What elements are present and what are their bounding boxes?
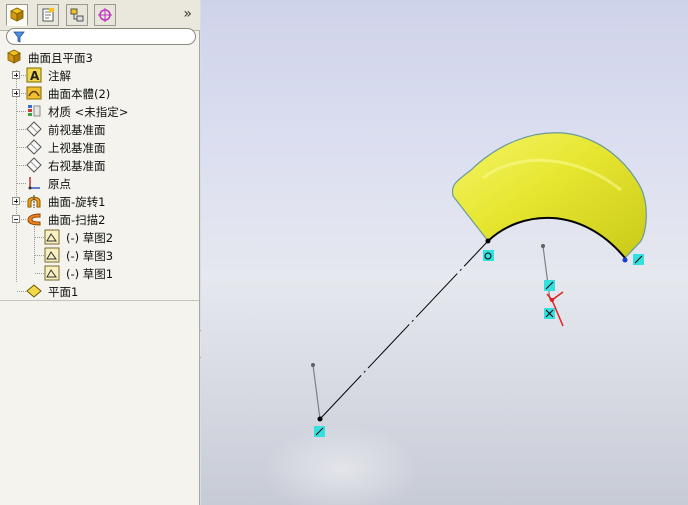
panel-divider	[0, 300, 199, 301]
surface-revolve-icon	[26, 193, 42, 209]
expand-node-button[interactable]	[12, 89, 20, 97]
tree-item-label: 平面1	[48, 285, 79, 299]
graphics-area[interactable]	[201, 0, 688, 505]
sketch-line-gray[interactable]	[312, 364, 321, 420]
tree-item-label: 曲面且平面3	[28, 51, 93, 65]
plane-icon	[26, 121, 42, 137]
relation-marker[interactable]	[544, 280, 555, 291]
tree-item-label: 上视基准面	[48, 141, 106, 155]
plane-icon	[26, 157, 42, 173]
svg-text:A: A	[30, 69, 40, 83]
plane-feature-icon	[26, 283, 42, 299]
tree-item[interactable]: (-) 草图2	[0, 228, 199, 246]
filter-icon	[13, 31, 25, 43]
dimxpert-manager-tab[interactable]	[94, 4, 116, 26]
tree-item-label: (-) 草图1	[66, 267, 114, 281]
expand-node-button[interactable]	[12, 197, 20, 205]
configuration-manager-tab[interactable]	[66, 4, 88, 26]
tree-item[interactable]: 前视基准面	[0, 120, 199, 138]
sketch-icon	[44, 247, 60, 263]
tree-guide-line	[35, 255, 44, 256]
tree-item[interactable]: A 注解	[0, 66, 199, 84]
collapse-node-button[interactable]	[12, 215, 20, 223]
feature-manager-icon	[10, 7, 24, 22]
surface-bodies-icon	[26, 85, 42, 101]
annotations-icon: A	[26, 67, 42, 83]
tree-item[interactable]: 曲面且平面3	[0, 48, 199, 66]
tree-guide-line	[35, 237, 44, 238]
tree-item[interactable]: 曲面本體(2)	[0, 84, 199, 102]
model-view	[261, 132, 647, 505]
tree-item[interactable]: 曲面-扫描2	[0, 210, 199, 228]
part-icon	[6, 49, 22, 65]
relation-marker[interactable]	[314, 426, 325, 437]
tree-item-label: (-) 草图2	[66, 231, 114, 245]
tree-guide-line	[17, 183, 26, 184]
feature-manager-tab[interactable]	[6, 4, 28, 26]
endpoint[interactable]	[622, 257, 628, 263]
configuration-manager-icon	[70, 8, 84, 22]
tree-item[interactable]: 平面1	[0, 282, 199, 300]
tree-guide-line	[17, 111, 26, 112]
manager-tabs: »	[0, 0, 200, 31]
tree-item-label: 曲面本體(2)	[48, 87, 111, 101]
tree-guide-line	[17, 129, 26, 130]
endpoint[interactable]	[317, 416, 323, 422]
plane-icon	[26, 139, 42, 155]
tree-item[interactable]: 曲面-旋转1	[0, 192, 199, 210]
tree-guide-line	[17, 291, 26, 292]
feature-manager-panel: » 曲面且平面3 A 注解曲面本體(2) 材质 <未指定> 前视基准面上视基准面右视基准…	[0, 0, 200, 505]
origin-icon	[26, 175, 42, 191]
tree-item-label: 原点	[48, 177, 71, 191]
property-manager-icon	[42, 8, 54, 22]
tree-item[interactable]: (-) 草图1	[0, 264, 199, 282]
dimxpert-manager-icon	[98, 8, 112, 22]
sketch-icon	[44, 229, 60, 245]
tree-item[interactable]: (-) 草图3	[0, 246, 199, 264]
tree-guide-line	[17, 147, 26, 148]
tree-guide-line	[17, 165, 26, 166]
feature-filter-input[interactable]	[6, 28, 196, 45]
property-manager-tab[interactable]	[37, 4, 59, 26]
tree-item-label: 注解	[48, 69, 71, 83]
relation-marker[interactable]	[483, 250, 494, 261]
tree-item-label: 曲面-旋转1	[48, 195, 106, 209]
tree-item[interactable]: 上视基准面	[0, 138, 199, 156]
tree-guide-line	[35, 273, 44, 274]
tree-item-label: 曲面-扫描2	[48, 213, 106, 227]
tree-item[interactable]: 材质 <未指定>	[0, 102, 199, 120]
tree-item-label: (-) 草图3	[66, 249, 114, 263]
expand-node-button[interactable]	[12, 71, 20, 79]
relation-marker[interactable]	[633, 254, 644, 265]
material-icon	[26, 103, 42, 119]
tree-item-label: 材质 <未指定>	[48, 105, 129, 119]
sketch-line[interactable]	[319, 240, 489, 420]
sketch-line-gray-2[interactable]	[542, 245, 551, 301]
endpoint[interactable]	[485, 238, 491, 244]
relation-marker[interactable]	[544, 308, 555, 319]
swept-surface[interactable]	[451, 132, 647, 259]
feature-tree: 曲面且平面3 A 注解曲面本體(2) 材质 <未指定> 前视基准面上视基准面右视基准面原…	[0, 48, 199, 300]
sketch-icon	[44, 265, 60, 281]
tree-item-label: 前视基准面	[48, 123, 106, 137]
tree-item-label: 右视基准面	[48, 159, 106, 173]
expand-panel-button[interactable]: »	[183, 6, 192, 22]
surface-sweep-icon	[26, 211, 42, 227]
tree-item[interactable]: 原点	[0, 174, 199, 192]
tree-item[interactable]: 右视基准面	[0, 156, 199, 174]
